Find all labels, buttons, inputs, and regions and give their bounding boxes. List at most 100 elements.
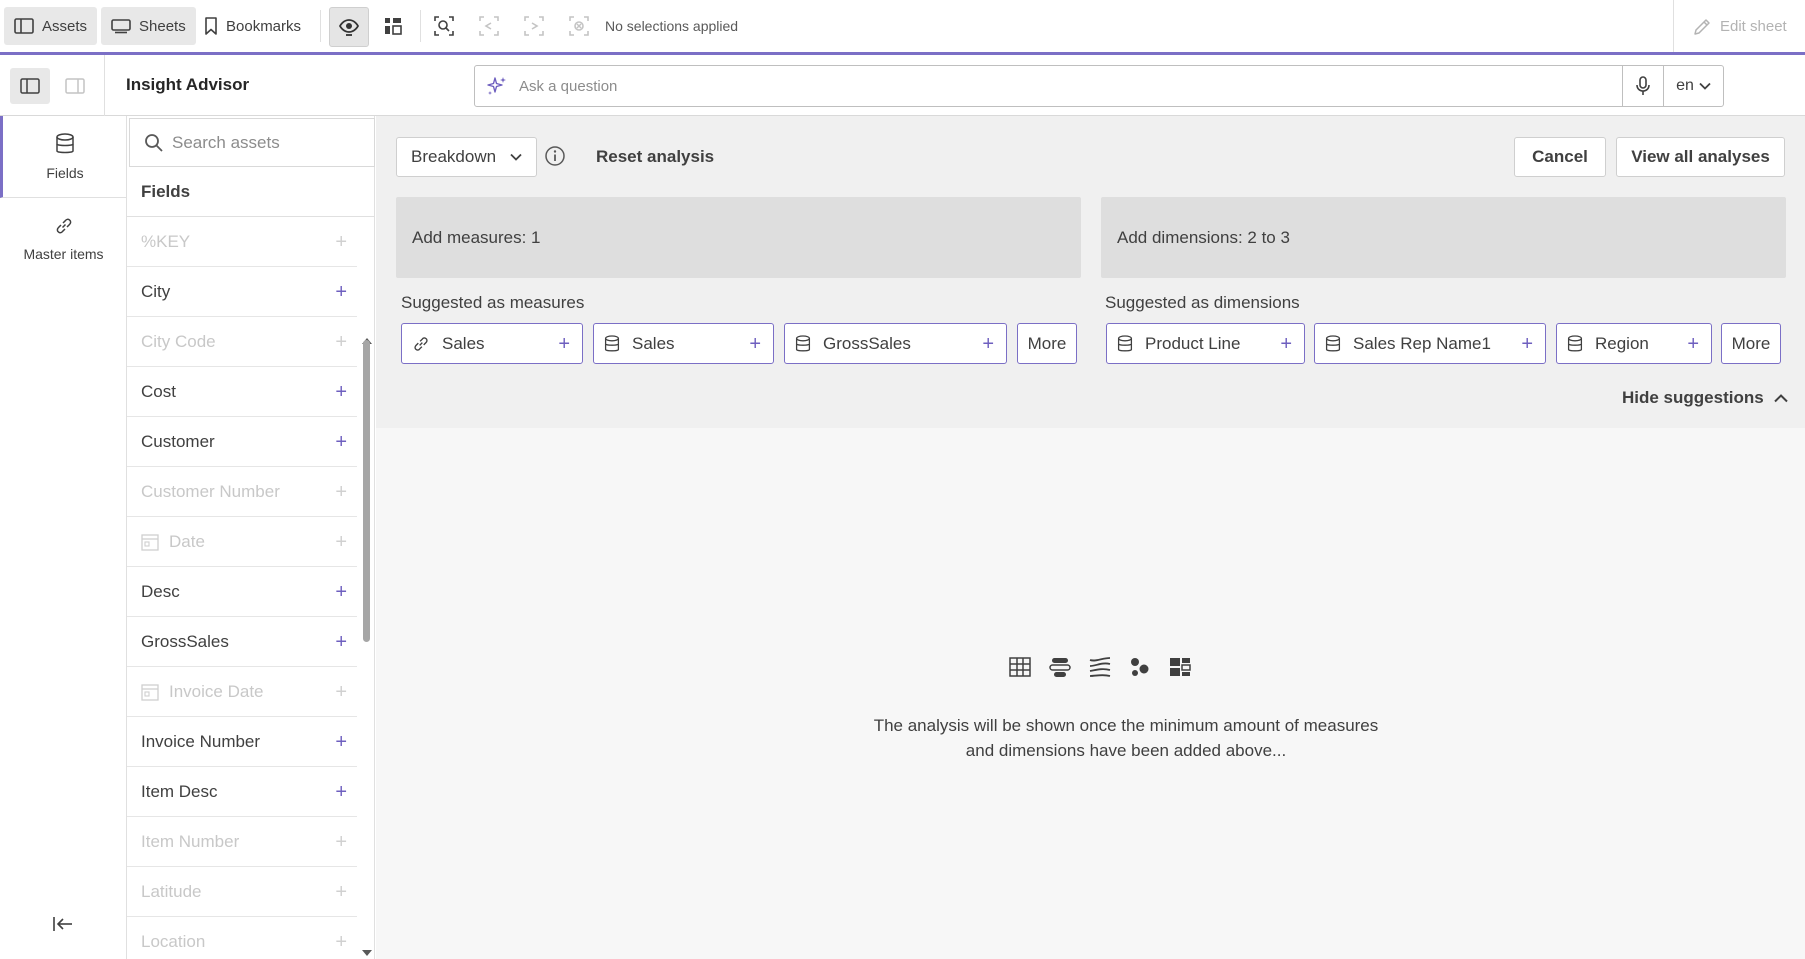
assets-panel: Fields %KEY+City+City Code+Cost+Customer… — [127, 116, 375, 959]
more-dimensions-button[interactable]: More — [1721, 323, 1781, 364]
add-field-icon[interactable]: + — [335, 882, 347, 902]
mekko-icon — [1089, 657, 1111, 677]
suggested-dimension-chip[interactable]: Product Line + — [1106, 323, 1305, 364]
field-row[interactable]: City Code + — [127, 317, 357, 367]
search-assets-input[interactable] — [172, 132, 362, 153]
add-field-icon[interactable]: + — [335, 932, 347, 952]
field-row[interactable]: Customer Number + — [127, 467, 357, 517]
database-icon — [56, 132, 74, 153]
ask-question-input[interactable] — [519, 66, 1622, 106]
bookmarks-button[interactable]: Bookmarks — [194, 7, 311, 45]
scroll-down-icon[interactable] — [362, 949, 372, 957]
view-all-analyses-button[interactable]: View all analyses — [1616, 137, 1785, 177]
add-field-icon[interactable]: + — [335, 582, 347, 602]
assets-rail: Fields Master items — [0, 116, 127, 959]
search-assets-box — [129, 118, 375, 167]
scrollbar-thumb[interactable] — [363, 340, 370, 642]
collapse-left-icon — [53, 917, 72, 931]
field-row[interactable]: Cost + — [127, 367, 357, 417]
add-field-icon[interactable]: + — [335, 782, 347, 802]
field-row[interactable]: Latitude + — [127, 867, 357, 917]
insight-advisor-icon — [338, 19, 360, 36]
measures-dropzone[interactable]: Add measures: 1 — [396, 197, 1081, 278]
treemap-icon — [1170, 658, 1191, 676]
field-row[interactable]: GrossSales + — [127, 617, 357, 667]
clear-selections-button[interactable] — [564, 10, 594, 42]
suggested-measures-label: Suggested as measures — [401, 293, 585, 312]
field-row[interactable]: Desc + — [127, 567, 357, 617]
add-field-icon[interactable]: + — [335, 382, 347, 402]
field-name: Date — [169, 531, 205, 551]
sheet-grid-button[interactable] — [378, 10, 408, 42]
suggested-measure-chip[interactable]: Sales + — [401, 323, 583, 364]
sheets-button[interactable]: Sheets — [101, 7, 196, 45]
add-field-icon[interactable]: + — [335, 632, 347, 652]
add-field-icon[interactable]: + — [335, 482, 347, 502]
field-row[interactable]: Item Number + — [127, 817, 357, 867]
more-measures-button[interactable]: More — [1017, 323, 1077, 364]
smart-search-button[interactable] — [429, 10, 459, 42]
analysis-builder: Breakdown Reset analysis Cancel View all… — [376, 116, 1805, 428]
add-field-icon[interactable]: + — [335, 332, 347, 352]
step-forward-button[interactable] — [519, 10, 549, 42]
add-field-icon[interactable]: + — [335, 682, 347, 702]
suggested-dimension-chip[interactable]: Region + — [1556, 323, 1712, 364]
cancel-button[interactable]: Cancel — [1514, 137, 1606, 177]
plus-icon: + — [982, 332, 994, 355]
plus-icon: + — [1280, 332, 1292, 355]
suggested-dimension-chip[interactable]: Sales Rep Name1 + — [1314, 323, 1546, 364]
field-row[interactable]: Date + — [127, 517, 357, 567]
edit-sheet-button[interactable]: Edit sheet — [1673, 0, 1805, 53]
microphone-button[interactable] — [1622, 66, 1663, 106]
field-row[interactable]: Customer + — [127, 417, 357, 467]
dimensions-dropzone[interactable]: Add dimensions: 2 to 3 — [1101, 197, 1786, 278]
add-field-icon[interactable]: + — [335, 432, 347, 452]
edit-sheet-label: Edit sheet — [1720, 18, 1787, 35]
field-row[interactable]: Item Desc + — [127, 767, 357, 817]
field-list-scrollbar[interactable] — [359, 217, 373, 959]
add-field-icon[interactable]: + — [335, 232, 347, 252]
add-field-icon[interactable]: + — [335, 282, 347, 302]
insight-advisor-button[interactable] — [329, 7, 369, 47]
plus-icon: + — [749, 332, 761, 355]
add-field-icon[interactable]: + — [335, 832, 347, 852]
field-row[interactable]: %KEY + — [127, 217, 357, 267]
toggle-left-panel-button[interactable] — [10, 68, 50, 104]
sheets-label: Sheets — [139, 17, 186, 35]
collapse-panel-button[interactable] — [52, 916, 74, 932]
plus-icon: + — [1521, 332, 1533, 355]
field-row[interactable]: Invoice Date + — [127, 667, 357, 717]
info-icon[interactable] — [544, 145, 566, 167]
analysis-type-dropdown[interactable]: Breakdown — [396, 137, 537, 177]
field-name: Latitude — [141, 881, 202, 901]
field-list: %KEY + City + City Code + Cost + Customer + Custom… — [127, 217, 357, 959]
chip-label: Sales Rep Name1 — [1353, 333, 1491, 353]
assets-button[interactable]: Assets — [4, 7, 98, 45]
field-name: Customer — [141, 431, 215, 451]
add-field-icon[interactable]: + — [335, 732, 347, 752]
toggle-right-panel-button[interactable] — [55, 68, 95, 104]
chip-label: Sales — [442, 333, 485, 353]
hide-suggestions-button[interactable]: Hide suggestions — [1622, 388, 1788, 408]
bookmarks-label: Bookmarks — [226, 17, 302, 35]
language-select[interactable]: en — [1663, 66, 1723, 106]
reset-analysis-button[interactable]: Reset analysis — [596, 147, 714, 167]
field-name: Item Desc — [141, 781, 218, 801]
suggested-measure-chip[interactable]: Sales + — [593, 323, 774, 364]
step-back-button[interactable] — [474, 10, 504, 42]
database-icon — [1567, 334, 1583, 353]
suggested-measure-chip[interactable]: GrossSales + — [784, 323, 1007, 364]
field-row[interactable]: City + — [127, 267, 357, 317]
rail-item-fields[interactable]: Fields — [0, 116, 127, 198]
field-row[interactable]: Location + — [127, 917, 357, 959]
assets-label: Assets — [42, 17, 88, 35]
clear-selections-icon — [569, 16, 589, 36]
top-toolbar: Assets Sheets Bookmarks No selections ap… — [0, 0, 1805, 55]
rail-item-master-items[interactable]: Master items — [0, 198, 127, 280]
field-name: Customer Number — [141, 481, 280, 501]
step-back-icon — [479, 16, 499, 36]
add-field-icon[interactable]: + — [335, 532, 347, 552]
field-name: Invoice Date — [169, 681, 264, 701]
field-row[interactable]: Invoice Number + — [127, 717, 357, 767]
plus-icon: + — [1687, 332, 1699, 355]
